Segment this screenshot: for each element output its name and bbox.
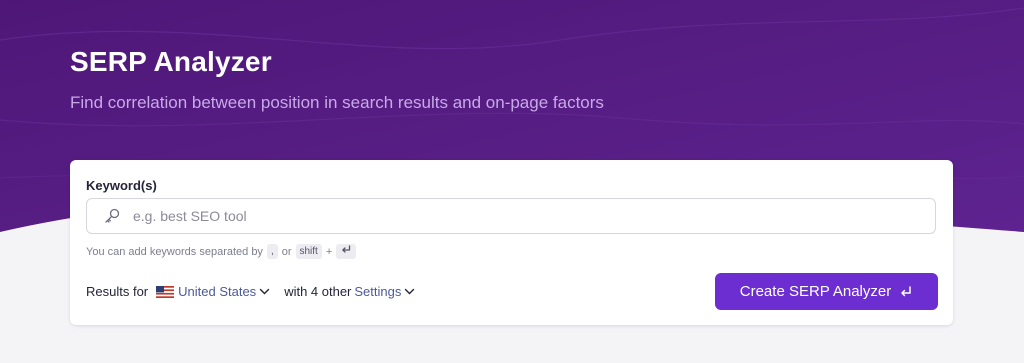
settings-link[interactable]: Settings <box>354 284 401 299</box>
page-title: SERP Analyzer <box>70 46 272 77</box>
serp-form-card: Keyword(s) You can add keywords separate… <box>70 160 953 325</box>
page-subtitle: Find correlation between position in sea… <box>70 93 604 112</box>
create-button-label: Create SERP Analyzer <box>739 283 892 300</box>
key-icon <box>103 207 121 225</box>
us-flag-icon <box>156 285 175 298</box>
keyword-input[interactable] <box>131 207 935 225</box>
country-select[interactable]: United States <box>178 284 256 299</box>
keyword-label: Keyword(s) <box>86 178 157 193</box>
hint-text: You can add keywords separated by <box>86 245 263 258</box>
shift-key: shift <box>295 244 322 259</box>
enter-key <box>336 244 357 259</box>
enter-icon <box>899 285 913 299</box>
enter-icon <box>342 245 351 253</box>
comma-key: , <box>266 244 278 259</box>
chevron-down-icon[interactable] <box>404 286 415 297</box>
hint-or: or <box>281 245 292 258</box>
keyword-input-wrapper[interactable] <box>86 198 936 234</box>
chevron-down-icon[interactable] <box>259 286 270 297</box>
results-settings-row: Results for United States with 4 other S… <box>86 284 415 299</box>
results-for-label: Results for <box>86 284 149 299</box>
with-other-label: with 4 other <box>284 284 352 299</box>
keyword-hint: You can add keywords separated by , or s… <box>86 244 357 259</box>
create-serp-analyzer-button[interactable]: Create SERP Analyzer <box>715 273 938 310</box>
hint-plus: + <box>325 245 333 258</box>
